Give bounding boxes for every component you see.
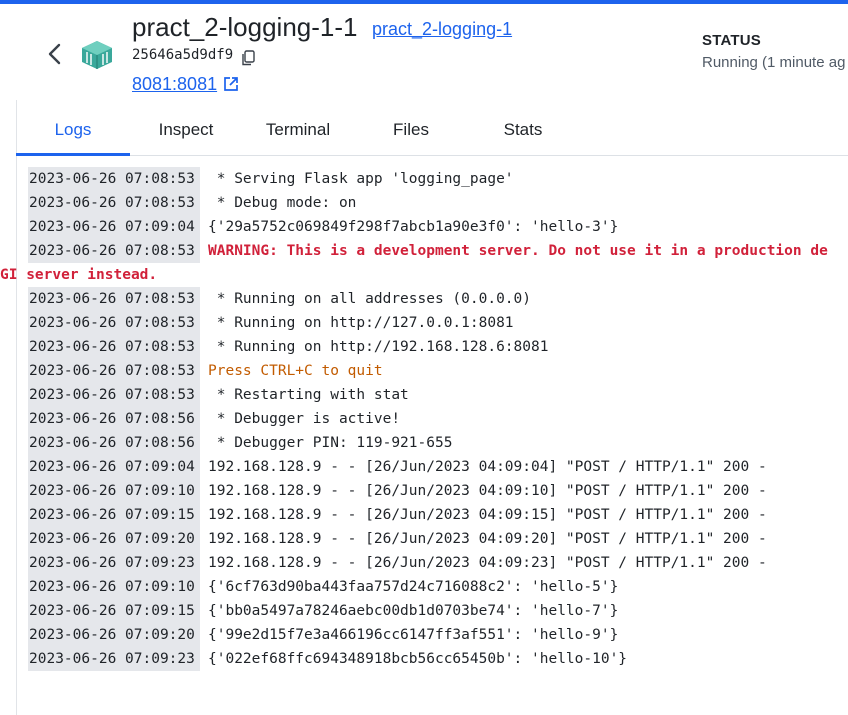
log-line: 2023-06-26 07:09:10 {'6cf763d90ba443faa75… [28, 575, 848, 599]
log-timestamp: 2023-06-26 07:08:53 [28, 191, 200, 215]
log-timestamp: 2023-06-26 07:09:23 [28, 551, 200, 575]
port-link[interactable]: 8081:8081 [132, 74, 217, 95]
tab-files[interactable]: Files [376, 104, 446, 155]
log-message: * Running on http://192.168.128.6:8081 [208, 339, 549, 355]
log-message: 192.168.128.9 - - [26/Jun/2023 04:09:10]… [208, 483, 767, 499]
log-message: * Running on http://127.0.0.1:8081 [208, 315, 514, 331]
back-button[interactable] [44, 42, 66, 66]
log-timestamp: 2023-06-26 07:08:53 [28, 383, 200, 407]
log-timestamp: 2023-06-26 07:08:53 [28, 311, 200, 335]
tab-stats[interactable]: Stats [488, 104, 558, 155]
log-message: {'022ef68ffc694348918bcb56cc65450b': 'he… [208, 651, 628, 667]
container-id: 25646a5d9df9 [132, 47, 234, 63]
log-message: * Serving Flask app 'logging_page' [208, 171, 514, 187]
log-timestamp: 2023-06-26 07:09:20 [28, 527, 200, 551]
status-label: STATUS [702, 32, 761, 49]
tab-inspect[interactable]: Inspect [140, 104, 232, 155]
project-link[interactable]: pract_2-logging-1 [372, 19, 512, 40]
log-line: 2023-06-26 07:09:20 192.168.128.9 - - [26… [28, 527, 848, 551]
log-line: 2023-06-26 07:08:53 Press CTRL+C to quit [28, 359, 848, 383]
log-line: 2023-06-26 07:08:56 * Debugger is active… [28, 407, 848, 431]
log-timestamp: 2023-06-26 07:09:23 [28, 647, 200, 671]
log-timestamp: 2023-06-26 07:09:20 [28, 623, 200, 647]
log-message: 192.168.128.9 - - [26/Jun/2023 04:09:23]… [208, 555, 767, 571]
log-timestamp: 2023-06-26 07:08:53 [28, 167, 200, 191]
log-line: 2023-06-26 07:09:23 {'022ef68ffc694348918… [28, 647, 848, 671]
tab-logs[interactable]: Logs [16, 104, 130, 156]
left-divider [16, 100, 17, 715]
log-message: Press CTRL+C to quit [208, 363, 383, 379]
log-line: 2023-06-26 07:09:10 192.168.128.9 - - [26… [28, 479, 848, 503]
log-message: {'29a5752c069849f298f7abcb1a90e3f0': 'he… [208, 219, 619, 235]
log-line: 2023-06-26 07:08:53 * Running on http://… [28, 311, 848, 335]
log-message: * Debugger is active! [208, 411, 401, 427]
log-line: 2023-06-26 07:09:15 {'bb0a5497a78246aebc0… [28, 599, 848, 623]
log-message: WARNING: This is a development server. D… [208, 243, 828, 259]
log-timestamp: 2023-06-26 07:08:56 [28, 431, 200, 455]
log-timestamp: 2023-06-26 07:09:04 [28, 215, 200, 239]
tab-terminal[interactable]: Terminal [248, 104, 348, 155]
tab-bar: Logs Inspect Terminal Files Stats [16, 104, 848, 156]
external-link-icon[interactable] [223, 76, 239, 92]
log-line: 2023-06-26 07:08:53 * Running on http://… [28, 335, 848, 359]
container-header: pract_2-logging-1-1 pract_2-logging-1 25… [0, 4, 848, 100]
log-timestamp: 2023-06-26 07:08:53 [28, 359, 200, 383]
status-value: Running (1 minute ag [702, 54, 846, 71]
log-timestamp: 2023-06-26 07:09:15 [28, 599, 200, 623]
log-timestamp: 2023-06-26 07:08:56 [28, 407, 200, 431]
log-line: 2023-06-26 07:08:53 * Running on all add… [28, 287, 848, 311]
log-message: {'99e2d15f7e3a466196cc6147ff3af551': 'he… [208, 627, 619, 643]
log-line: 2023-06-26 07:08:53 * Serving Flask app … [28, 167, 848, 191]
log-message: * Debugger PIN: 119-921-655 [208, 435, 453, 451]
log-timestamp: 2023-06-26 07:09:04 [28, 455, 200, 479]
log-line: 2023-06-26 07:09:15 192.168.128.9 - - [26… [28, 503, 848, 527]
log-message: 192.168.128.9 - - [26/Jun/2023 04:09:15]… [208, 507, 767, 523]
log-message: * Running on all addresses (0.0.0.0) [208, 291, 532, 307]
container-cube-icon [80, 40, 114, 70]
log-timestamp: 2023-06-26 07:09:10 [28, 479, 200, 503]
log-line: 2023-06-26 07:08:53 WARNING: This is a de… [28, 239, 848, 263]
log-timestamp: 2023-06-26 07:09:15 [28, 503, 200, 527]
log-message: {'bb0a5497a78246aebc00db1d0703be74': 'he… [208, 603, 619, 619]
log-message: * Debug mode: on [208, 195, 357, 211]
log-line: 2023-06-26 07:08:53 * Restarting with st… [28, 383, 848, 407]
log-line: 2023-06-26 07:08:53 * Debug mode: on [28, 191, 848, 215]
log-timestamp: 2023-06-26 07:08:53 [28, 335, 200, 359]
log-line: 2023-06-26 07:09:23 192.168.128.9 - - [26… [28, 551, 848, 575]
container-title: pract_2-logging-1-1 [132, 12, 358, 42]
log-message: * Restarting with stat [208, 387, 409, 403]
chevron-left-icon [48, 43, 61, 65]
log-timestamp: 2023-06-26 07:08:53 [28, 287, 200, 311]
log-line: GI server instead. [0, 263, 848, 287]
log-message: 192.168.128.9 - - [26/Jun/2023 04:09:04]… [208, 459, 767, 475]
log-timestamp: 2023-06-26 07:08:53 [28, 239, 200, 263]
log-line: 2023-06-26 07:09:04 {'29a5752c069849f298f… [28, 215, 848, 239]
copy-icon[interactable] [241, 50, 255, 66]
log-message: 192.168.128.9 - - [26/Jun/2023 04:09:20]… [208, 531, 767, 547]
log-message-continuation: GI server instead. [0, 267, 158, 283]
log-output[interactable]: 2023-06-26 07:08:53 * Serving Flask app … [0, 167, 848, 671]
log-line: 2023-06-26 07:08:56 * Debugger PIN: 119-… [28, 431, 848, 455]
log-timestamp: 2023-06-26 07:09:10 [28, 575, 200, 599]
log-message: {'6cf763d90ba443faa757d24c716088c2': 'he… [208, 579, 619, 595]
log-line: 2023-06-26 07:09:20 {'99e2d15f7e3a466196c… [28, 623, 848, 647]
log-line: 2023-06-26 07:09:04 192.168.128.9 - - [26… [28, 455, 848, 479]
